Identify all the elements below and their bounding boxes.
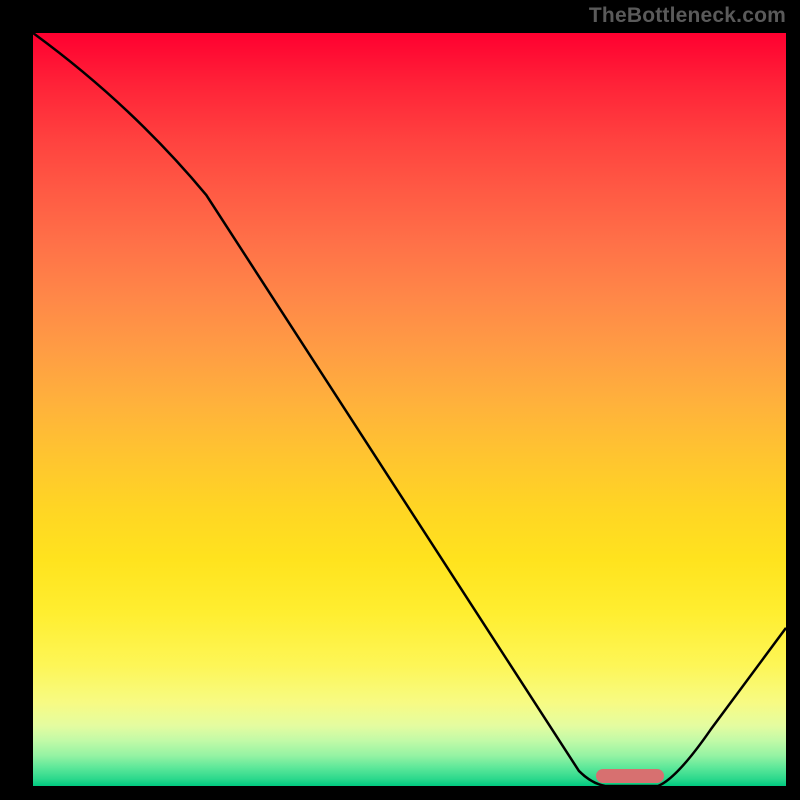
optimal-zone-marker	[596, 769, 664, 783]
chart-svg	[33, 33, 786, 786]
chart-plot-area	[33, 33, 786, 786]
bottleneck-curve-line	[33, 33, 786, 786]
attribution-text: TheBottleneck.com	[589, 4, 786, 28]
